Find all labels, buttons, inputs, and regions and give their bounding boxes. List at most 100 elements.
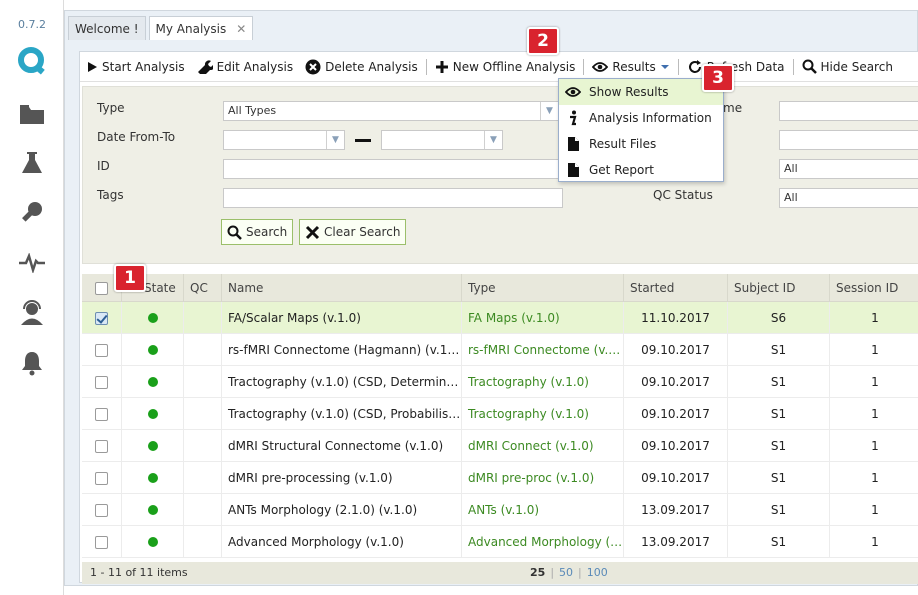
close-icon (305, 225, 320, 239)
row-checkbox-cell[interactable] (82, 398, 122, 430)
type-cell[interactable]: Advanced Morphology (v.... (462, 526, 624, 558)
date-from-to-label: Date From-To (97, 130, 176, 144)
type-cell[interactable]: ANTs (v.1.0) (462, 494, 624, 526)
type-cell[interactable]: rs-fMRI Connectome (v.1... (462, 334, 624, 366)
row-checkbox[interactable] (95, 343, 108, 357)
type-select[interactable]: All Types ▼ (223, 101, 559, 121)
table-row[interactable]: dMRI pre-processing (v.1.0) dMRI pre-proc… (82, 462, 918, 494)
row-checkbox-cell[interactable] (82, 526, 122, 558)
state-cell (122, 302, 184, 334)
column-session-id[interactable]: Session ID (830, 274, 918, 302)
column-started[interactable]: Started (624, 274, 728, 302)
tab-welcome[interactable]: Welcome ! (68, 16, 146, 40)
folder-icon[interactable] (0, 94, 64, 134)
row-checkbox[interactable] (95, 535, 108, 549)
start-analysis-label: Start Analysis (102, 59, 185, 74)
qc-status-select[interactable]: All (779, 188, 918, 208)
column-subject-id[interactable]: Subject ID (728, 274, 830, 302)
name-cell[interactable]: rs-fMRI Connectome (Hagmann) (v.1.0) (222, 334, 462, 366)
table-row[interactable]: Tractography (v.1.0) (CSD, Probabilistic… (82, 398, 918, 430)
hide-search-button[interactable]: Hide Search (796, 52, 899, 82)
type-label: Type (97, 101, 125, 115)
subject-id-cell: S1 (728, 366, 830, 398)
results-dropdown-menu: Show Results Analysis Information Result… (558, 78, 724, 182)
delete-analysis-button[interactable]: Delete Analysis (299, 52, 424, 82)
refresh-data-button[interactable]: Refresh Data (681, 52, 791, 82)
table-row[interactable]: ANTs Morphology (2.1.0) (v.1.0) ANTs (v.1… (82, 494, 918, 526)
table-row[interactable]: rs-fMRI Connectome (Hagmann) (v.1.0) rs-f… (82, 334, 918, 366)
name-cell[interactable]: Tractography (v.1.0) (CSD, Deterministi.… (222, 366, 462, 398)
menu-item-result-files[interactable]: Result Files (559, 131, 723, 157)
row-checkbox-cell[interactable] (82, 302, 122, 334)
support-agent-icon[interactable] (0, 293, 64, 333)
name-cell[interactable]: dMRI Structural Connectome (v.1.0) (222, 430, 462, 462)
key-icon[interactable] (0, 193, 64, 233)
type-cell[interactable]: Tractography (v.1.0) (462, 398, 624, 430)
row-checkbox[interactable] (95, 375, 108, 389)
row-checkbox[interactable] (95, 471, 108, 485)
column-type[interactable]: Type (462, 274, 624, 302)
type-cell[interactable]: FA Maps (v.1.0) (462, 302, 624, 334)
search-panel: Type All Types ▼ Date From-To ▼ ▼ ID Tag… (82, 86, 918, 264)
row-checkbox[interactable] (95, 407, 108, 421)
page-size-50[interactable]: 50 (559, 566, 573, 579)
pulse-icon[interactable] (0, 243, 64, 283)
status-dot-icon (147, 441, 158, 451)
logo-q-icon[interactable] (0, 42, 64, 82)
page-size-100[interactable]: 100 (587, 566, 608, 579)
row-checkbox-cell[interactable] (82, 334, 122, 366)
table-row[interactable]: FA/Scalar Maps (v.1.0) FA Maps (v.1.0) 11.… (82, 302, 918, 334)
flask-icon[interactable] (0, 143, 64, 183)
row-checkbox-cell[interactable] (82, 430, 122, 462)
type-cell[interactable]: Tractography (v.1.0) (462, 366, 624, 398)
id-input[interactable] (223, 159, 563, 179)
row-checkbox[interactable] (95, 311, 108, 325)
session-input[interactable] (779, 130, 918, 150)
table-row[interactable]: Advanced Morphology (v.1.0) Advanced Morp… (82, 526, 918, 558)
new-offline-analysis-button[interactable]: New Offline Analysis (429, 52, 582, 82)
id-label: ID (97, 159, 110, 173)
bell-icon[interactable] (0, 343, 64, 383)
menu-item-get-report[interactable]: Get Report (559, 157, 723, 183)
started-cell: 09.10.2017 (624, 334, 728, 366)
table-row[interactable]: Tractography (v.1.0) (CSD, Deterministi.… (82, 366, 918, 398)
status-select[interactable]: All (779, 159, 918, 179)
select-all-checkbox[interactable] (95, 281, 108, 295)
name-cell[interactable]: Advanced Morphology (v.1.0) (222, 526, 462, 558)
date-to-field[interactable]: ▼ (381, 130, 503, 150)
close-icon[interactable]: ✕ (236, 18, 246, 40)
table-row[interactable]: dMRI Structural Connectome (v.1.0) dMRI C… (82, 430, 918, 462)
menu-item-analysis-information[interactable]: Analysis Information (559, 105, 723, 131)
tab-my-analysis[interactable]: My Analysis ✕ (148, 16, 254, 40)
name-cell[interactable]: Tractography (v.1.0) (CSD, Probabilistic… (222, 398, 462, 430)
page-size-25[interactable]: 25 (530, 566, 545, 579)
row-checkbox-cell[interactable] (82, 366, 122, 398)
edit-analysis-button[interactable]: Edit Analysis (191, 52, 300, 82)
session-id-cell: 1 (871, 343, 879, 357)
row-checkbox[interactable] (95, 503, 108, 517)
row-checkbox-cell[interactable] (82, 462, 122, 494)
row-checkbox[interactable] (95, 439, 108, 453)
edit-analysis-label: Edit Analysis (216, 59, 294, 74)
name-cell[interactable]: FA/Scalar Maps (v.1.0) (222, 302, 462, 334)
name-input[interactable] (779, 101, 918, 121)
menu-item-show-results[interactable]: Show Results (559, 79, 723, 105)
results-menu-button[interactable]: Results (586, 52, 675, 82)
name-cell[interactable]: dMRI pre-processing (v.1.0) (222, 462, 462, 494)
date-from-field[interactable]: ▼ (223, 130, 345, 150)
tags-input[interactable] (223, 188, 563, 208)
name-cell[interactable]: ANTs Morphology (2.1.0) (v.1.0) (222, 494, 462, 526)
clear-search-button[interactable]: Clear Search (299, 219, 407, 245)
started-cell: 09.10.2017 (624, 366, 728, 398)
row-checkbox-cell[interactable] (82, 494, 122, 526)
chevron-down-icon: ▼ (484, 131, 502, 149)
start-analysis-button[interactable]: Start Analysis (80, 52, 191, 82)
type-cell[interactable]: dMRI pre-proc (v.1.0) (462, 462, 624, 494)
name-label: me (723, 101, 743, 115)
subject-id-cell: S6 (728, 302, 830, 334)
toolbar-divider (677, 58, 679, 75)
column-qc[interactable]: QC (184, 274, 222, 302)
column-name[interactable]: Name (222, 274, 462, 302)
type-cell[interactable]: dMRI Connect (v.1.0) (462, 430, 624, 462)
search-button[interactable]: Search (221, 219, 294, 245)
